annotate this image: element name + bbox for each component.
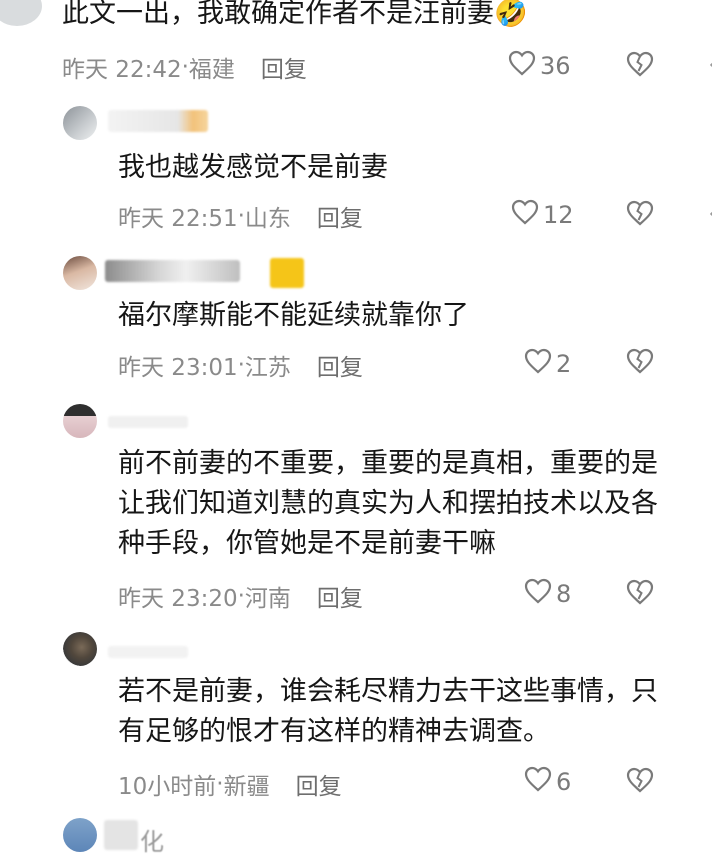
comment-location: 河南 bbox=[244, 586, 291, 612]
username-badge-redacted bbox=[270, 258, 304, 288]
comment-item: 我也越发感觉不是前妻 昨天 22:51 · 山东 回复 12 ‹ bbox=[0, 100, 712, 240]
reply-button[interactable]: 回复 bbox=[296, 767, 342, 801]
comment-text: 福尔摩斯能不能延续就靠你了 bbox=[118, 296, 469, 336]
comment-item: 此文一出，我敢确定作者不是汪前妻🤣 昨天 22:42 · 福建 回复 36 ‹ bbox=[0, 0, 712, 90]
avatar[interactable] bbox=[63, 818, 97, 852]
heart-outline-icon bbox=[524, 348, 556, 380]
separator-dot: · bbox=[181, 54, 189, 80]
comment-meta: 昨天 22:42 · 福建 回复 bbox=[62, 50, 307, 84]
like-count: 36 bbox=[540, 52, 571, 80]
separator-dot: · bbox=[237, 352, 245, 378]
comment-text: 我也越发感觉不是前妻 bbox=[118, 148, 388, 188]
comment-line: 让我们知道刘慧的真实为人和摆拍技术以及各 bbox=[118, 488, 658, 519]
like-button[interactable]: 6 bbox=[524, 766, 571, 798]
username-redacted bbox=[108, 646, 188, 658]
reply-button[interactable]: 回复 bbox=[317, 579, 363, 613]
more-icon[interactable]: ‹ bbox=[708, 50, 712, 78]
broken-heart-outline-icon bbox=[625, 200, 655, 230]
comment-time: 昨天 23:01 bbox=[118, 355, 238, 381]
comment-line: 前不前妻的不重要，重要的是真相，重要的是 bbox=[118, 448, 658, 479]
dislike-button[interactable] bbox=[625, 767, 655, 797]
comment-location: 江苏 bbox=[244, 355, 291, 381]
comment-location: 山东 bbox=[244, 206, 291, 232]
comment-line: 种手段，你管她是不是前妻干嘛 bbox=[118, 528, 496, 559]
like-count: 2 bbox=[556, 350, 572, 378]
like-count: 8 bbox=[556, 580, 572, 608]
username-partial: 化 bbox=[140, 828, 164, 856]
comment-meta: 昨天 22:51 · 山东 回复 bbox=[118, 199, 363, 233]
comment-meta: 10小时前 · 新疆 回复 bbox=[118, 767, 342, 801]
comment-text: 前不前妻的不重要，重要的是真相，重要的是 让我们知道刘慧的真实为人和摆拍技术以及… bbox=[118, 444, 658, 564]
comment-meta: 昨天 23:20 · 河南 回复 bbox=[118, 579, 363, 613]
comment-line: 福尔摩斯能不能延续就靠你了 bbox=[118, 300, 469, 331]
like-count: 12 bbox=[543, 201, 574, 229]
broken-heart-outline-icon bbox=[625, 767, 655, 797]
comment-location: 新疆 bbox=[223, 774, 270, 800]
reply-button[interactable]: 回复 bbox=[317, 348, 363, 382]
comment-time: 昨天 23:20 bbox=[118, 586, 238, 612]
like-count: 6 bbox=[556, 768, 572, 796]
separator-dot: · bbox=[237, 583, 245, 609]
avatar[interactable] bbox=[63, 632, 97, 666]
comment-meta: 昨天 23:01 · 江苏 回复 bbox=[118, 348, 363, 382]
comment-line: 有足够的恨才有这样的精神去调查。 bbox=[118, 716, 550, 747]
heart-outline-icon bbox=[508, 50, 540, 82]
comment-time: 昨天 22:51 bbox=[118, 206, 238, 232]
comment-item: 化 bbox=[0, 812, 712, 862]
reply-button[interactable]: 回复 bbox=[261, 50, 307, 84]
dislike-button[interactable] bbox=[625, 348, 655, 378]
broken-heart-outline-icon bbox=[625, 348, 655, 378]
username-redacted bbox=[104, 820, 138, 850]
heart-outline-icon bbox=[524, 766, 556, 798]
comment-line: 若不是前妻，谁会耗尽精力去干这些事情，只 bbox=[118, 676, 658, 707]
comment-text: 此文一出，我敢确定作者不是汪前妻🤣 bbox=[62, 0, 528, 34]
avatar[interactable] bbox=[0, 0, 42, 26]
separator-dot: · bbox=[216, 771, 224, 797]
more-icon[interactable]: ‹ bbox=[708, 199, 712, 227]
username-redacted bbox=[108, 110, 208, 132]
dislike-button[interactable] bbox=[625, 51, 655, 81]
comment-text: 若不是前妻，谁会耗尽精力去干这些事情，只 有足够的恨才有这样的精神去调查。 bbox=[118, 672, 658, 752]
reply-button[interactable]: 回复 bbox=[317, 199, 363, 233]
separator-dot: · bbox=[237, 203, 245, 229]
comment-location: 福建 bbox=[188, 57, 235, 83]
comment-time: 昨天 22:42 bbox=[62, 57, 182, 83]
like-button[interactable]: 12 bbox=[511, 199, 574, 231]
comment-item: 若不是前妻，谁会耗尽精力去干这些事情，只 有足够的恨才有这样的精神去调查。 10… bbox=[0, 628, 712, 808]
avatar[interactable] bbox=[63, 404, 97, 438]
comment-line: 此文一出，我敢确定作者不是汪前妻🤣 bbox=[62, 0, 528, 29]
broken-heart-outline-icon bbox=[625, 51, 655, 81]
comment-time: 10小时前 bbox=[118, 774, 217, 800]
broken-heart-outline-icon bbox=[625, 579, 655, 609]
username-redacted bbox=[108, 416, 188, 428]
comment-item: 福尔摩斯能不能延续就靠你了 昨天 23:01 · 江苏 回复 2 bbox=[0, 250, 712, 390]
like-button[interactable]: 36 bbox=[508, 50, 571, 82]
avatar[interactable] bbox=[63, 106, 97, 140]
avatar[interactable] bbox=[63, 256, 97, 290]
like-button[interactable]: 2 bbox=[524, 348, 571, 380]
comment-line: 我也越发感觉不是前妻 bbox=[118, 152, 388, 183]
like-button[interactable]: 8 bbox=[524, 578, 571, 610]
dislike-button[interactable] bbox=[625, 579, 655, 609]
username-redacted bbox=[105, 260, 240, 282]
comment-item: 前不前妻的不重要，重要的是真相，重要的是 让我们知道刘慧的真实为人和摆拍技术以及… bbox=[0, 398, 712, 618]
heart-outline-icon bbox=[511, 199, 543, 231]
dislike-button[interactable] bbox=[625, 200, 655, 230]
heart-outline-icon bbox=[524, 578, 556, 610]
